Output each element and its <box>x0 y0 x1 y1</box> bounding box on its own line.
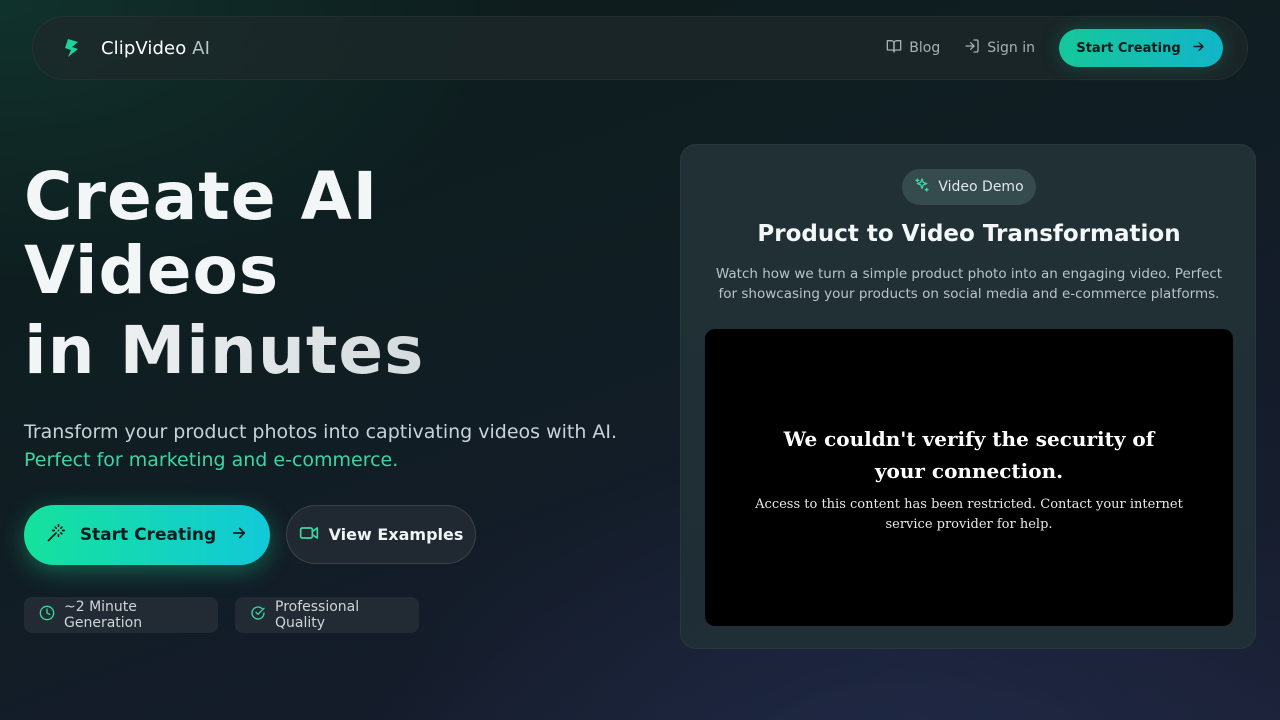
demo-title: Product to Video Transformation <box>757 221 1181 247</box>
nav-link-sign-in[interactable]: Sign in <box>964 38 1035 58</box>
video-error-message: Access to this content has been restrict… <box>755 497 1183 532</box>
button-label: View Examples <box>328 525 464 544</box>
hero-subtitle-accent: Perfect for marketing and e-commerce. <box>24 449 399 471</box>
button-label: Start Creating <box>79 525 217 545</box>
demo-description: Watch how we turn a simple product photo… <box>715 266 1223 302</box>
video-camera-icon <box>299 523 319 547</box>
log-in-icon <box>964 38 980 58</box>
video-demo-badge: Video Demo <box>902 169 1036 205</box>
nav-right: Blog Sign in Start Creating <box>886 29 1223 67</box>
navbar: ClipVideo AI Blog Sign in Start Creating <box>32 16 1248 80</box>
button-label: Start Creating <box>1076 40 1181 56</box>
lightning-s-logo-icon <box>61 37 83 59</box>
video-demo-card: Video Demo Product to Video Transformati… <box>680 144 1256 649</box>
badge-label: Video Demo <box>938 179 1024 195</box>
hero-subtitle: Transform your product photos into capti… <box>24 418 664 474</box>
video-error-title: We couldn't verify the security of your … <box>783 427 1155 483</box>
nav-link-blog[interactable]: Blog <box>886 38 940 58</box>
sparkles-icon <box>914 177 930 197</box>
view-examples-button[interactable]: View Examples <box>286 505 476 564</box>
magic-wand-icon <box>46 523 66 548</box>
clock-icon <box>39 605 55 625</box>
nav-link-label: Blog <box>909 40 941 56</box>
badge-check-icon <box>250 605 266 625</box>
feature-label: Professional Quality <box>275 599 360 631</box>
video-player[interactable]: We couldn't verify the security of your … <box>705 329 1233 626</box>
book-open-icon <box>886 38 902 58</box>
brand-name: ClipVideo AI <box>101 37 210 59</box>
nav-start-creating-button[interactable]: Start Creating <box>1059 29 1223 67</box>
hero-title: Create AI Videos in Minutes <box>24 160 624 388</box>
arrow-right-icon <box>1191 39 1206 58</box>
nav-link-label: Sign in <box>987 40 1035 56</box>
hero-start-creating-button[interactable]: Start Creating <box>24 505 270 565</box>
hero-title-line-1: Create AI <box>24 158 379 235</box>
feature-badge-quality: Professional Quality <box>235 597 419 633</box>
arrow-right-icon <box>230 524 248 547</box>
hero-subtitle-text: Transform your product photos into capti… <box>24 421 618 443</box>
brand[interactable]: ClipVideo AI <box>61 37 210 59</box>
hero-title-line-3: in Minutes <box>24 314 624 388</box>
hero-title-line-2: Videos <box>24 232 280 309</box>
feature-label: ~2 Minute Generation <box>64 599 143 631</box>
feature-badge-generation: ~2 Minute Generation <box>24 597 218 633</box>
